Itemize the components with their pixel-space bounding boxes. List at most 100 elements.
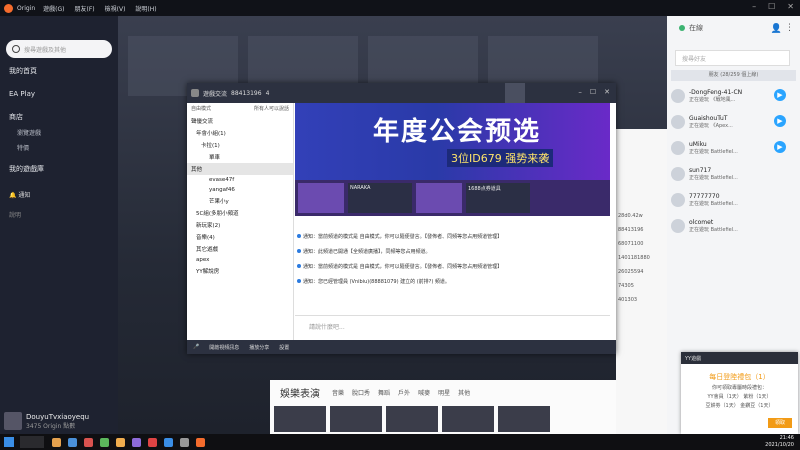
promo-banner[interactable]: 年度公会预选 3位ID679 强势来袭 (295, 103, 610, 180)
yy-title-bar: 遊戲交流 88413196 4 – ☐ ✕ (187, 83, 616, 103)
bottom-item[interactable]: 設置 (279, 344, 289, 351)
system-message: 通知：當前頻道的模式是 自由模式，你可以隨便發言。【發佈者、同頻等您占用頻道管理… (295, 259, 610, 274)
channel-tree-row[interactable]: 年會小組(1) (187, 127, 293, 139)
app-icon[interactable] (148, 437, 157, 447)
channel-tree-row[interactable]: 芒果小y (187, 195, 293, 207)
panel-value: 88413196 (618, 227, 644, 233)
bottom-item[interactable]: 播放分享 (249, 344, 269, 351)
nav-store[interactable]: 商店 (9, 112, 118, 122)
stream-thumb[interactable] (498, 406, 550, 432)
close-icon[interactable]: ✕ (787, 2, 794, 11)
windows-start-icon[interactable] (4, 437, 14, 447)
system-clock[interactable]: 21:46 2021/10/20 (765, 435, 794, 449)
minimize-icon[interactable]: – (578, 88, 582, 96)
tab-mc[interactable]: 喊麥 (418, 388, 430, 397)
more-icon[interactable]: ⋮ (785, 23, 794, 33)
channel-tree-row[interactable]: apex (187, 255, 293, 265)
home-icon[interactable] (505, 83, 525, 103)
channel-tree-row[interactable]: 5C組(多朋小頻道 (187, 207, 293, 219)
channel-tree-row[interactable]: 卡拉(1) (187, 139, 293, 151)
menu-friends[interactable]: 朋友(F) (74, 4, 94, 13)
online-count: 4 (265, 89, 270, 97)
tab-star[interactable]: 明星 (438, 388, 450, 397)
tab-talkshow[interactable]: 脫口秀 (352, 388, 370, 397)
app-icon[interactable] (180, 437, 189, 447)
origin-search-input[interactable]: 搜尋遊戲及其他 (6, 40, 112, 58)
clock-time: 21:46 (779, 435, 794, 441)
app-icon[interactable] (52, 437, 61, 447)
bell-icon: 🔔 (9, 192, 17, 199)
mic-icon[interactable]: 🎤 (193, 344, 199, 350)
menu-view[interactable]: 檢視(V) (105, 4, 126, 13)
channel-mode: 自由模式 所有人可以說話 (191, 106, 289, 112)
maximize-icon[interactable]: ☐ (768, 2, 775, 11)
friend-item[interactable]: -DongFeng-41-CN 正在遊玩 《戰地風... ▶ (667, 85, 800, 107)
close-icon[interactable]: ✕ (604, 88, 610, 96)
channel-tree-row[interactable]: 聲優交流 (187, 115, 293, 127)
app-icon[interactable] (164, 437, 173, 447)
nav-deals[interactable]: 特價 (9, 143, 118, 152)
nav-library[interactable]: 我的遊戲庫 (9, 164, 118, 174)
friend-item[interactable]: uMiku 正在遊玩 Battlefiel... ▶ (667, 137, 800, 159)
minimize-icon[interactable]: – (752, 2, 756, 11)
promo-card[interactable] (298, 183, 344, 213)
channel-tree-row[interactable]: 其他 (187, 163, 293, 175)
tab-other[interactable]: 其他 (458, 388, 470, 397)
app-icon[interactable] (68, 437, 77, 447)
friend-item[interactable]: 77777770 正在遊玩 Battlefiel... (667, 189, 800, 211)
app-icon[interactable] (196, 437, 205, 447)
channel-tree-row[interactable]: evase47f (187, 175, 293, 185)
stream-thumb[interactable] (386, 406, 438, 432)
notifications-item[interactable]: 🔔 通知 (9, 190, 30, 199)
banner-title: 年度公会预选 (373, 117, 542, 147)
claim-button[interactable]: 領取 (768, 418, 792, 428)
promo-card[interactable]: 1688点券道具 (466, 183, 530, 213)
join-game-icon[interactable]: ▶ (774, 89, 786, 101)
tab-dance[interactable]: 舞蹈 (378, 388, 390, 397)
friend-item[interactable]: olcomet 正在遊玩 Battlefiel... (667, 215, 800, 237)
stream-thumb[interactable] (274, 406, 326, 432)
nav-my-home[interactable]: 我的首頁 (9, 66, 118, 76)
friend-item[interactable]: sun717 正在遊玩 Battlefiel... (667, 163, 800, 185)
bottom-item[interactable]: 開啟視頻訊息 (209, 344, 239, 351)
taskbar-search[interactable] (20, 436, 44, 448)
channel-id: 88413196 (231, 89, 262, 97)
promo-card[interactable]: NARAKA (348, 183, 412, 213)
friends-search-input[interactable]: 搜尋好友 (675, 50, 790, 66)
origin-menu: 遊戲(G) 朋友(F) 檢視(V) 說明(H) (43, 4, 156, 13)
avatar (671, 89, 685, 103)
menu-help[interactable]: 說明(H) (135, 4, 156, 13)
app-icon[interactable] (116, 437, 125, 447)
online-status[interactable]: 在線 (689, 23, 703, 33)
nav-browse-games[interactable]: 瀏覽遊戲 (9, 128, 118, 137)
channel-tree-row[interactable]: 單車 (187, 151, 293, 163)
channel-tree-row[interactable]: yangaf46 (187, 185, 293, 195)
window-controls: – ☐ ✕ (752, 2, 794, 11)
nav-ea-play[interactable]: EA Play (9, 90, 118, 98)
tab-outdoor[interactable]: 戶外 (398, 388, 410, 397)
friend-item[interactable]: GuaishouTuT 正在遊玩 《Apex... ▶ (667, 111, 800, 133)
channel-tree-row[interactable]: 新玩家(2) (187, 219, 293, 231)
join-game-icon[interactable]: ▶ (774, 141, 786, 153)
help-item[interactable]: 說明 (9, 210, 21, 219)
channel-tree-row[interactable]: 音樂(4) (187, 231, 293, 243)
stream-thumb[interactable] (442, 406, 494, 432)
daily-gift-popup: YY遊戲 每日登陸禮包（1） 你可領取專屬時段禮包： YY會員（1天） 紫粉（1… (681, 352, 798, 434)
app-icon[interactable] (132, 437, 141, 447)
channel-tree-row[interactable]: YY解說房 (187, 265, 293, 277)
menu-games[interactable]: 遊戲(G) (43, 4, 64, 13)
maximize-icon[interactable]: ☐ (590, 88, 596, 96)
channel-tree-row[interactable]: 其它遊戲 (187, 243, 293, 255)
stream-thumb[interactable] (330, 406, 382, 432)
join-game-icon[interactable]: ▶ (774, 115, 786, 127)
add-friend-icon[interactable]: 👤 (771, 24, 782, 34)
origin-logo-icon (4, 3, 13, 13)
chat-input[interactable]: 請說什麼吧... (295, 315, 610, 337)
tab-music[interactable]: 音樂 (332, 388, 344, 397)
search-placeholder: 搜尋遊戲及其他 (24, 46, 67, 54)
app-icon[interactable] (84, 437, 93, 447)
avatar (671, 167, 685, 181)
app-icon[interactable] (100, 437, 109, 447)
promo-card[interactable] (416, 183, 462, 213)
user-profile[interactable]: DouyuTvxiaoyequ 3475 Origin 點數 (4, 412, 89, 430)
